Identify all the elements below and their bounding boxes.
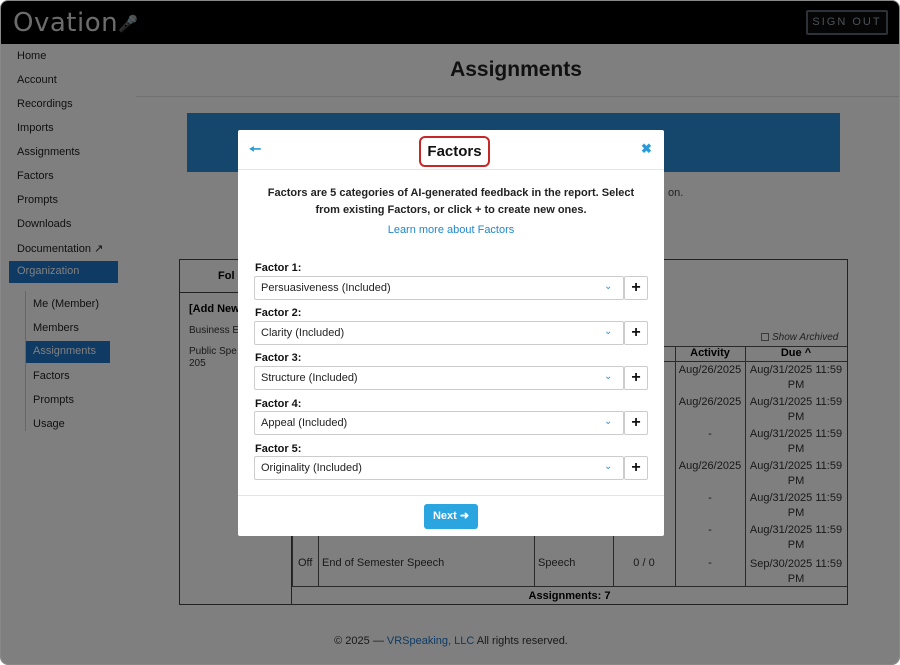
factor-4-value: Appeal (Included)	[261, 417, 348, 429]
factors-dialog: 🠔 Factors ✖ Factors are 5 categories of …	[238, 130, 664, 536]
next-button-label: Next	[432, 510, 457, 522]
factor-3-value: Structure (Included)	[261, 372, 358, 384]
factor-5-value: Originality (Included)	[261, 462, 362, 474]
factor-2-select[interactable]: Clarity (Included) ⌄	[254, 321, 624, 345]
factor-1-label: Factor 1:	[255, 262, 302, 274]
factor-2-value: Clarity (Included)	[261, 327, 345, 339]
back-arrow-icon[interactable]: 🠔	[249, 141, 265, 157]
factor-1-select[interactable]: Persuasiveness (Included) ⌄	[254, 276, 624, 300]
close-icon[interactable]: ✖	[641, 141, 655, 157]
factor-3-label: Factor 3:	[255, 352, 302, 364]
factor-1-add-button[interactable]: +	[624, 276, 648, 300]
learn-more-link[interactable]: Learn more about Factors	[238, 224, 664, 236]
factor-3-select[interactable]: Structure (Included) ⌄	[254, 366, 624, 390]
factor-2-label: Factor 2:	[255, 307, 302, 319]
factor-5-add-button[interactable]: +	[624, 456, 648, 480]
dialog-description: Factors are 5 categories of AI-generated…	[267, 187, 635, 216]
chevron-down-icon: ⌄	[604, 326, 613, 337]
arrow-right-icon: ➜	[459, 510, 470, 522]
factor-3-add-button[interactable]: +	[624, 366, 648, 390]
factor-1-value: Persuasiveness (Included)	[261, 282, 391, 294]
dialog-title: Factors	[419, 136, 490, 167]
factor-4-label: Factor 4:	[255, 398, 302, 410]
factor-5-select[interactable]: Originality (Included) ⌄	[254, 456, 624, 480]
factor-4-add-button[interactable]: +	[624, 411, 648, 435]
chevron-down-icon: ⌄	[604, 281, 613, 292]
app-window: Ovation🎤 SIGN OUT Home Account Recording…	[0, 0, 900, 665]
chevron-down-icon: ⌄	[604, 461, 613, 472]
factor-5-label: Factor 5:	[255, 443, 302, 455]
factor-2-add-button[interactable]: +	[624, 321, 648, 345]
dialog-header: 🠔 Factors ✖	[238, 130, 664, 170]
factor-4-select[interactable]: Appeal (Included) ⌄	[254, 411, 624, 435]
chevron-down-icon: ⌄	[604, 416, 613, 427]
dialog-footer-divider	[238, 495, 664, 496]
chevron-down-icon: ⌄	[604, 371, 613, 382]
next-button[interactable]: Next ➜	[424, 504, 478, 529]
